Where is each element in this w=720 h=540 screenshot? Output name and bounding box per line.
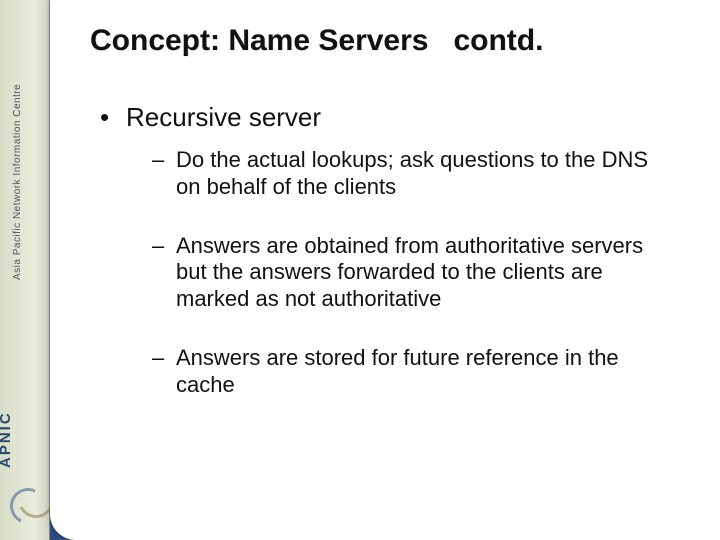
slide-background: Asia Pacific Network Information Centre … <box>0 0 720 540</box>
slide-title: Concept: Name Servers contd. <box>90 24 674 58</box>
apnic-logo: APNIC <box>6 408 44 528</box>
sidebar-org-text: Asia Pacific Network Information Centre <box>12 84 23 280</box>
apnic-swirl-icon <box>10 482 50 522</box>
bullet-item: Recursive server Do the actual lookups; … <box>100 102 674 399</box>
sub-bullet-item: Do the actual lookups; ask questions to … <box>152 147 674 201</box>
bullet-list-level1: Recursive server Do the actual lookups; … <box>90 102 674 399</box>
sub-bullet-item: Answers are stored for future reference … <box>152 345 674 399</box>
sidebar: Asia Pacific Network Information Centre … <box>0 0 50 540</box>
slide-content: Concept: Name Servers contd. Recursive s… <box>50 0 720 540</box>
sub-bullet-item: Answers are obtained from authoritative … <box>152 233 674 313</box>
apnic-logo-text: APNIC <box>0 411 14 468</box>
slide-content-inner: Concept: Name Servers contd. Recursive s… <box>50 0 720 455</box>
bullet-label: Recursive server <box>126 102 321 132</box>
bullet-list-level2: Do the actual lookups; ask questions to … <box>126 147 674 399</box>
